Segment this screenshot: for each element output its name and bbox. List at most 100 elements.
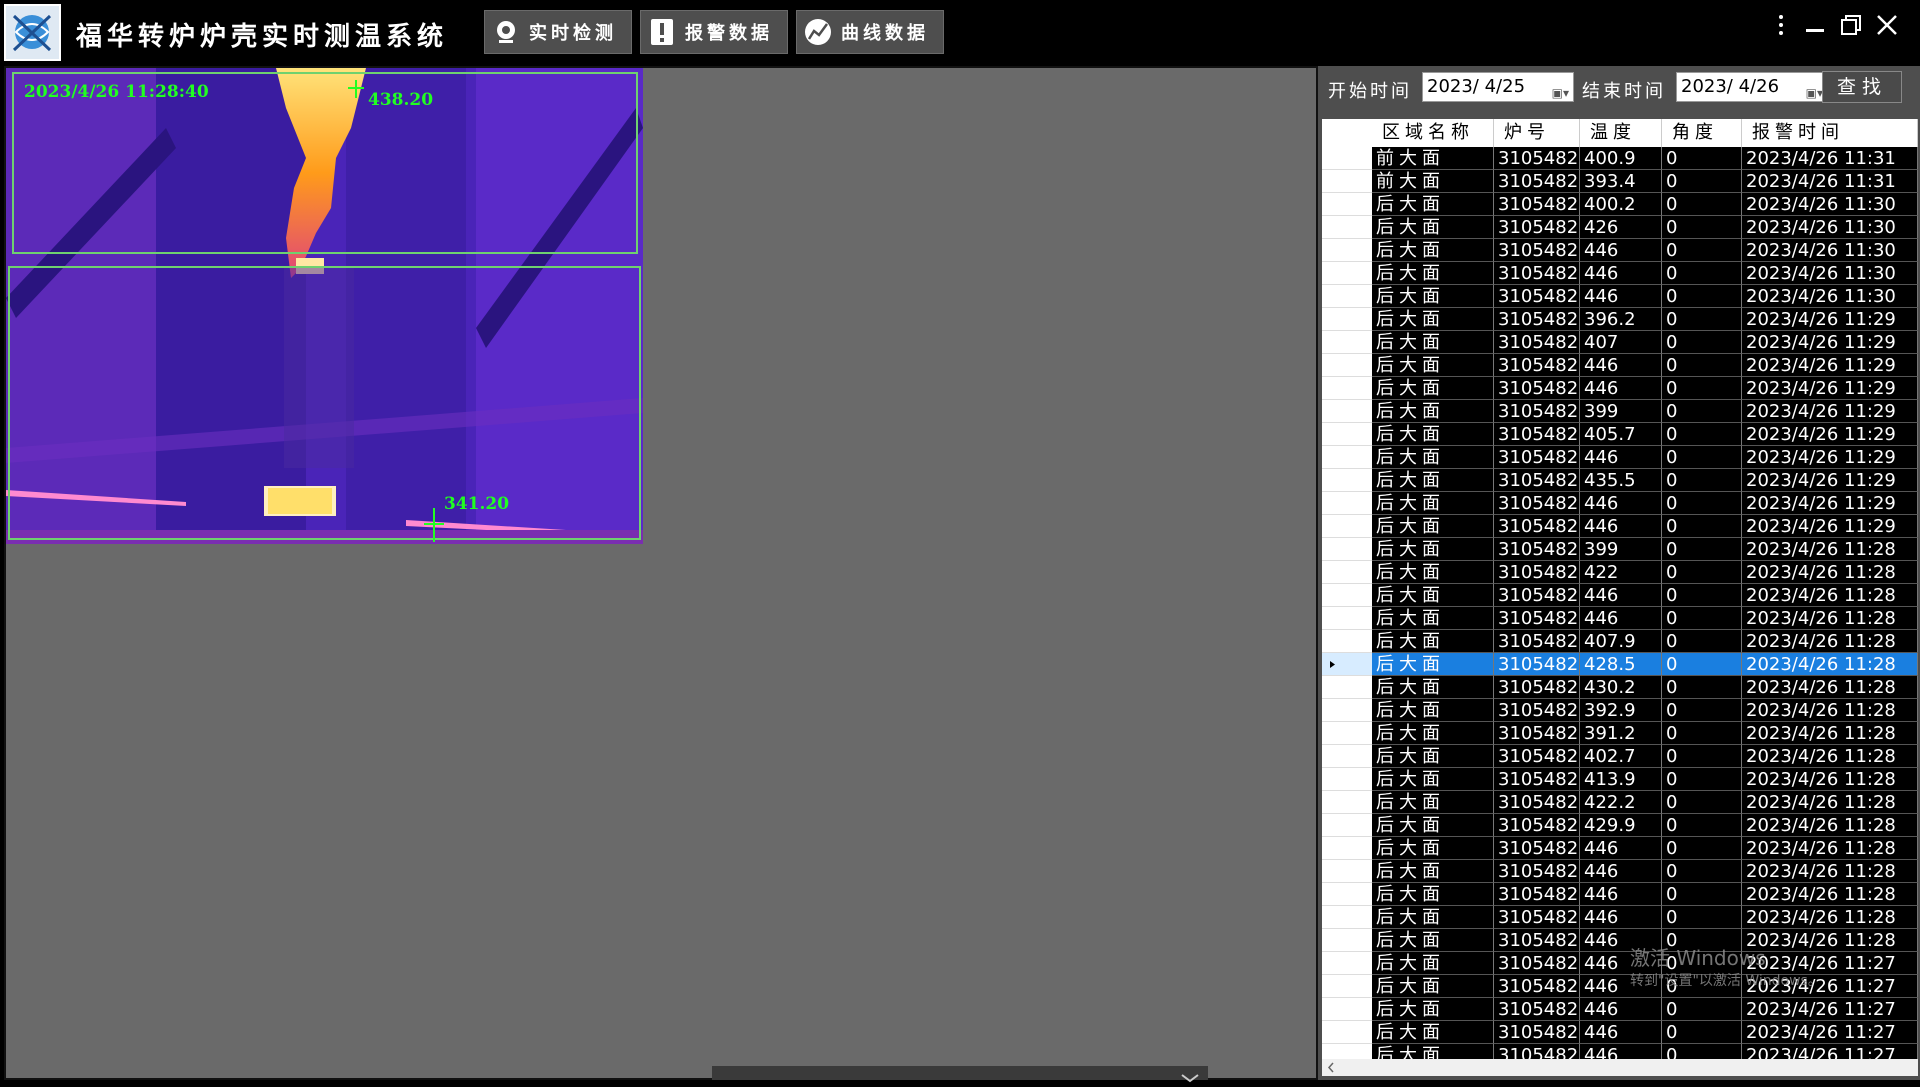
table-cell[interactable]: 400.9 [1580,147,1662,170]
table-row[interactable]: 后大面 3105482 426 0 2023/4/26 11:30 [1322,216,1918,239]
table-cell[interactable]: 0 [1662,354,1742,377]
table-cell[interactable]: 446 [1580,239,1662,262]
table-cell[interactable]: 3105482 [1494,239,1580,262]
table-cell[interactable]: 后大面 [1372,400,1494,423]
expand-icon[interactable] [1178,1068,1202,1083]
table-cell[interactable]: 0 [1662,262,1742,285]
table-cell[interactable]: 2023/4/26 11:29 [1742,331,1918,354]
table-cell[interactable]: 后大面 [1372,929,1494,952]
table-cell[interactable]: 后大面 [1372,1021,1494,1044]
table-cell[interactable]: 393.4 [1580,170,1662,193]
row-header[interactable] [1322,722,1372,745]
table-cell[interactable]: 0 [1662,745,1742,768]
row-header[interactable] [1322,607,1372,630]
table-cell[interactable]: 0 [1662,837,1742,860]
table-row[interactable]: 后大面 3105482 446 0 2023/4/26 11:27 [1322,975,1918,998]
row-header[interactable] [1322,630,1372,653]
table-row[interactable]: 前大面 3105482 400.9 0 2023/4/26 11:31 [1322,147,1918,170]
table-cell[interactable]: 后大面 [1372,860,1494,883]
row-header[interactable] [1322,906,1372,929]
table-cell[interactable]: 3105482 [1494,515,1580,538]
table-cell[interactable]: 后大面 [1372,1044,1494,1059]
table-cell[interactable]: 407.9 [1580,630,1662,653]
table-row[interactable]: 后大面 3105482 400.2 0 2023/4/26 11:30 [1322,193,1918,216]
table-cell[interactable]: 后大面 [1372,193,1494,216]
table-cell[interactable]: 前大面 [1372,170,1494,193]
table-cell[interactable]: 2023/4/26 11:28 [1742,860,1918,883]
table-row[interactable]: 后大面 3105482 435.5 0 2023/4/26 11:29 [1322,469,1918,492]
row-header[interactable] [1322,492,1372,515]
table-row[interactable]: 后大面 3105482 446 0 2023/4/26 11:28 [1322,584,1918,607]
table-cell[interactable]: 422 [1580,561,1662,584]
table-cell[interactable]: 后大面 [1372,354,1494,377]
table-cell[interactable]: 2023/4/26 11:29 [1742,515,1918,538]
row-header[interactable] [1322,929,1372,952]
table-cell[interactable]: 3105482 [1494,1044,1580,1059]
table-row[interactable]: 后大面 3105482 446 0 2023/4/26 11:28 [1322,837,1918,860]
table-cell[interactable]: 446 [1580,285,1662,308]
table-cell[interactable]: 3105482 [1494,814,1580,837]
table-cell[interactable]: 446 [1580,1021,1662,1044]
table-cell[interactable]: 2023/4/26 11:28 [1742,722,1918,745]
table-row[interactable]: 后大面 3105482 407 0 2023/4/26 11:29 [1322,331,1918,354]
table-cell[interactable]: 3105482 [1494,331,1580,354]
row-header[interactable] [1322,561,1372,584]
table-cell[interactable]: 2023/4/26 11:29 [1742,377,1918,400]
table-cell[interactable]: 2023/4/26 11:28 [1742,676,1918,699]
table-cell[interactable]: 2023/4/26 11:30 [1742,239,1918,262]
table-cell[interactable]: 3105482 [1494,998,1580,1021]
table-cell[interactable]: 3105482 [1494,699,1580,722]
table-cell[interactable]: 3105482 [1494,285,1580,308]
table-cell[interactable]: 0 [1662,377,1742,400]
table-row[interactable]: 后大面 3105482 446 0 2023/4/26 11:28 [1322,860,1918,883]
table-cell[interactable]: 2023/4/26 11:31 [1742,170,1918,193]
table-cell[interactable]: 3105482 [1494,722,1580,745]
table-cell[interactable]: 0 [1662,492,1742,515]
table-cell[interactable]: 2023/4/26 11:28 [1742,653,1918,676]
table-cell[interactable]: 2023/4/26 11:29 [1742,423,1918,446]
table-cell[interactable]: 0 [1662,193,1742,216]
table-row[interactable]: 后大面 3105482 446 0 2023/4/26 11:29 [1322,446,1918,469]
table-cell[interactable]: 2023/4/26 11:30 [1742,216,1918,239]
table-cell[interactable]: 0 [1662,791,1742,814]
minimize-icon[interactable] [1800,10,1830,40]
column-header[interactable]: 炉号 [1494,119,1580,147]
table-cell[interactable]: 446 [1580,377,1662,400]
table-cell[interactable]: 后大面 [1372,492,1494,515]
table-cell[interactable]: 0 [1662,216,1742,239]
table-cell[interactable]: 后大面 [1372,423,1494,446]
table-cell[interactable]: 2023/4/26 11:28 [1742,929,1918,952]
table-cell[interactable]: 后大面 [1372,377,1494,400]
table-cell[interactable]: 后大面 [1372,446,1494,469]
table-row[interactable]: 后大面 3105482 422 0 2023/4/26 11:28 [1322,561,1918,584]
table-cell[interactable]: 3105482 [1494,538,1580,561]
table-cell[interactable]: 396.2 [1580,308,1662,331]
table-cell[interactable]: 0 [1662,860,1742,883]
table-cell[interactable]: 2023/4/26 11:30 [1742,285,1918,308]
table-cell[interactable]: 3105482 [1494,193,1580,216]
table-cell[interactable]: 后大面 [1372,883,1494,906]
table-cell[interactable]: 3105482 [1494,400,1580,423]
table-row[interactable]: 后大面 3105482 446 0 2023/4/26 11:29 [1322,377,1918,400]
table-cell[interactable]: 391.2 [1580,722,1662,745]
table-row[interactable]: 后大面 3105482 430.2 0 2023/4/26 11:28 [1322,676,1918,699]
table-cell[interactable]: 446 [1580,446,1662,469]
table-cell[interactable]: 3105482 [1494,492,1580,515]
table-cell[interactable]: 后大面 [1372,630,1494,653]
table-cell[interactable]: 0 [1662,147,1742,170]
table-row[interactable]: 后大面 3105482 413.9 0 2023/4/26 11:28 [1322,768,1918,791]
table-cell[interactable]: 3105482 [1494,170,1580,193]
table-cell[interactable]: 446 [1580,998,1662,1021]
table-cell[interactable]: 前大面 [1372,147,1494,170]
table-cell[interactable]: 3105482 [1494,423,1580,446]
table-row[interactable]: 后大面 3105482 429.9 0 2023/4/26 11:28 [1322,814,1918,837]
table-cell[interactable]: 407 [1580,331,1662,354]
table-cell[interactable]: 后大面 [1372,538,1494,561]
row-header[interactable] [1322,239,1372,262]
table-cell[interactable]: 2023/4/26 11:28 [1742,607,1918,630]
table-row[interactable]: 后大面 3105482 399 0 2023/4/26 11:29 [1322,400,1918,423]
table-cell[interactable]: 后大面 [1372,561,1494,584]
table-cell[interactable]: 0 [1662,1021,1742,1044]
table-cell[interactable]: 2023/4/26 11:28 [1742,814,1918,837]
table-cell[interactable]: 0 [1662,308,1742,331]
